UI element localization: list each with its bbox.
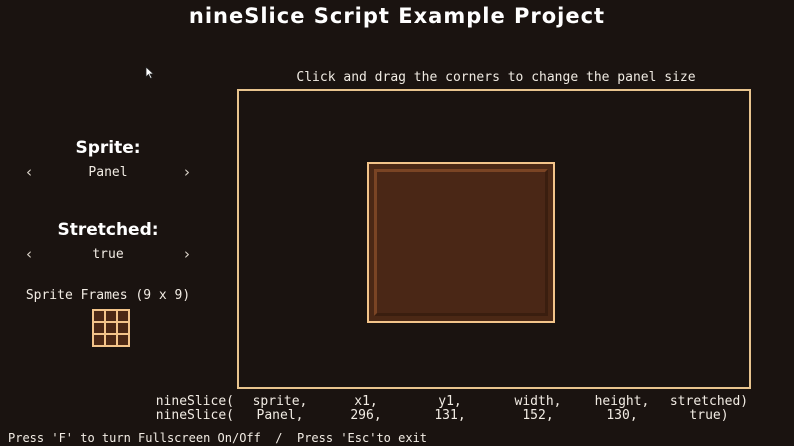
- sprite-next-button[interactable]: ›: [180, 163, 194, 181]
- sprite-label: Sprite:: [75, 138, 141, 158]
- code-column-sprite: sprite, Panel,: [244, 395, 316, 423]
- code-param-value: 152,: [522, 408, 554, 423]
- stretched-label: Stretched:: [57, 220, 159, 240]
- code-column-stretched: stretched) true): [664, 395, 754, 423]
- code-param-name: width,: [514, 394, 562, 409]
- code-param-name: height,: [594, 394, 650, 409]
- code-fn-line1: nineSlice(: [155, 394, 234, 409]
- code-column-y1: y1, 131,: [418, 395, 482, 423]
- code-param-name: y1,: [438, 394, 462, 409]
- stretched-next-button[interactable]: ›: [180, 245, 194, 263]
- code-column-width: width, 152,: [502, 395, 574, 423]
- page-title: nineSlice Script Example Project: [188, 4, 606, 28]
- resizable-panel[interactable]: [367, 162, 555, 323]
- panel-bevel: [374, 169, 548, 316]
- footer-hint: Press 'F' to turn Fullscreen On/Off / Pr…: [8, 431, 428, 445]
- mouse-cursor-icon: [145, 66, 155, 80]
- sprite-frames-label: Sprite Frames (9 x 9): [25, 288, 191, 303]
- chevron-right-icon: ›: [184, 245, 190, 263]
- code-param-value: 296,: [350, 408, 382, 423]
- code-param-name: x1,: [354, 394, 378, 409]
- code-param-value: 130,: [606, 408, 638, 423]
- code-param-value: true): [689, 408, 729, 423]
- code-param-name: stretched): [669, 394, 749, 409]
- nine-slice-frames-icon: [92, 309, 130, 347]
- code-param-name: sprite,: [252, 394, 308, 409]
- code-column-x1: x1, 296,: [334, 395, 398, 423]
- chevron-right-icon: ›: [184, 163, 190, 181]
- code-param-value: 131,: [434, 408, 466, 423]
- instructions-text: Click and drag the corners to change the…: [296, 70, 696, 85]
- code-fn-line2: nineSlice(: [155, 408, 234, 423]
- code-column-height: height, 130,: [586, 395, 658, 423]
- code-param-value: Panel,: [256, 408, 304, 423]
- code-function-name: nineSlice( nineSlice(: [150, 395, 234, 423]
